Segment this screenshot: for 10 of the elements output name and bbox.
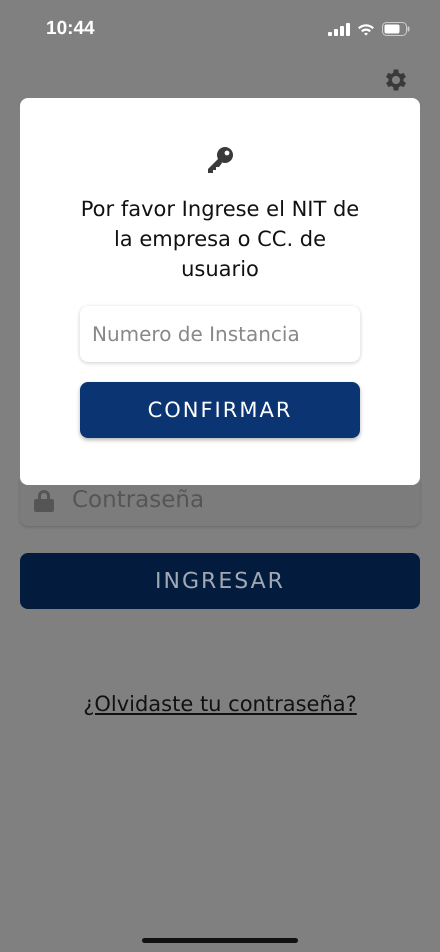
confirm-button[interactable]: CONFIRMAR [80, 382, 360, 438]
battery-icon [382, 22, 410, 36]
forgot-password-link[interactable]: ¿Olvidaste tu contraseña? [83, 692, 357, 716]
signal-icon [328, 22, 350, 36]
status-time: 10:44 [46, 18, 95, 40]
wifi-icon [357, 22, 375, 36]
login-button[interactable]: INGRESAR [20, 553, 420, 609]
instance-number-field[interactable]: Numero de Instancia [80, 306, 360, 362]
dialog-message: Por favor Ingrese el NIT de la empresa o CC. de usuario [80, 196, 360, 283]
key-icon [206, 146, 234, 174]
